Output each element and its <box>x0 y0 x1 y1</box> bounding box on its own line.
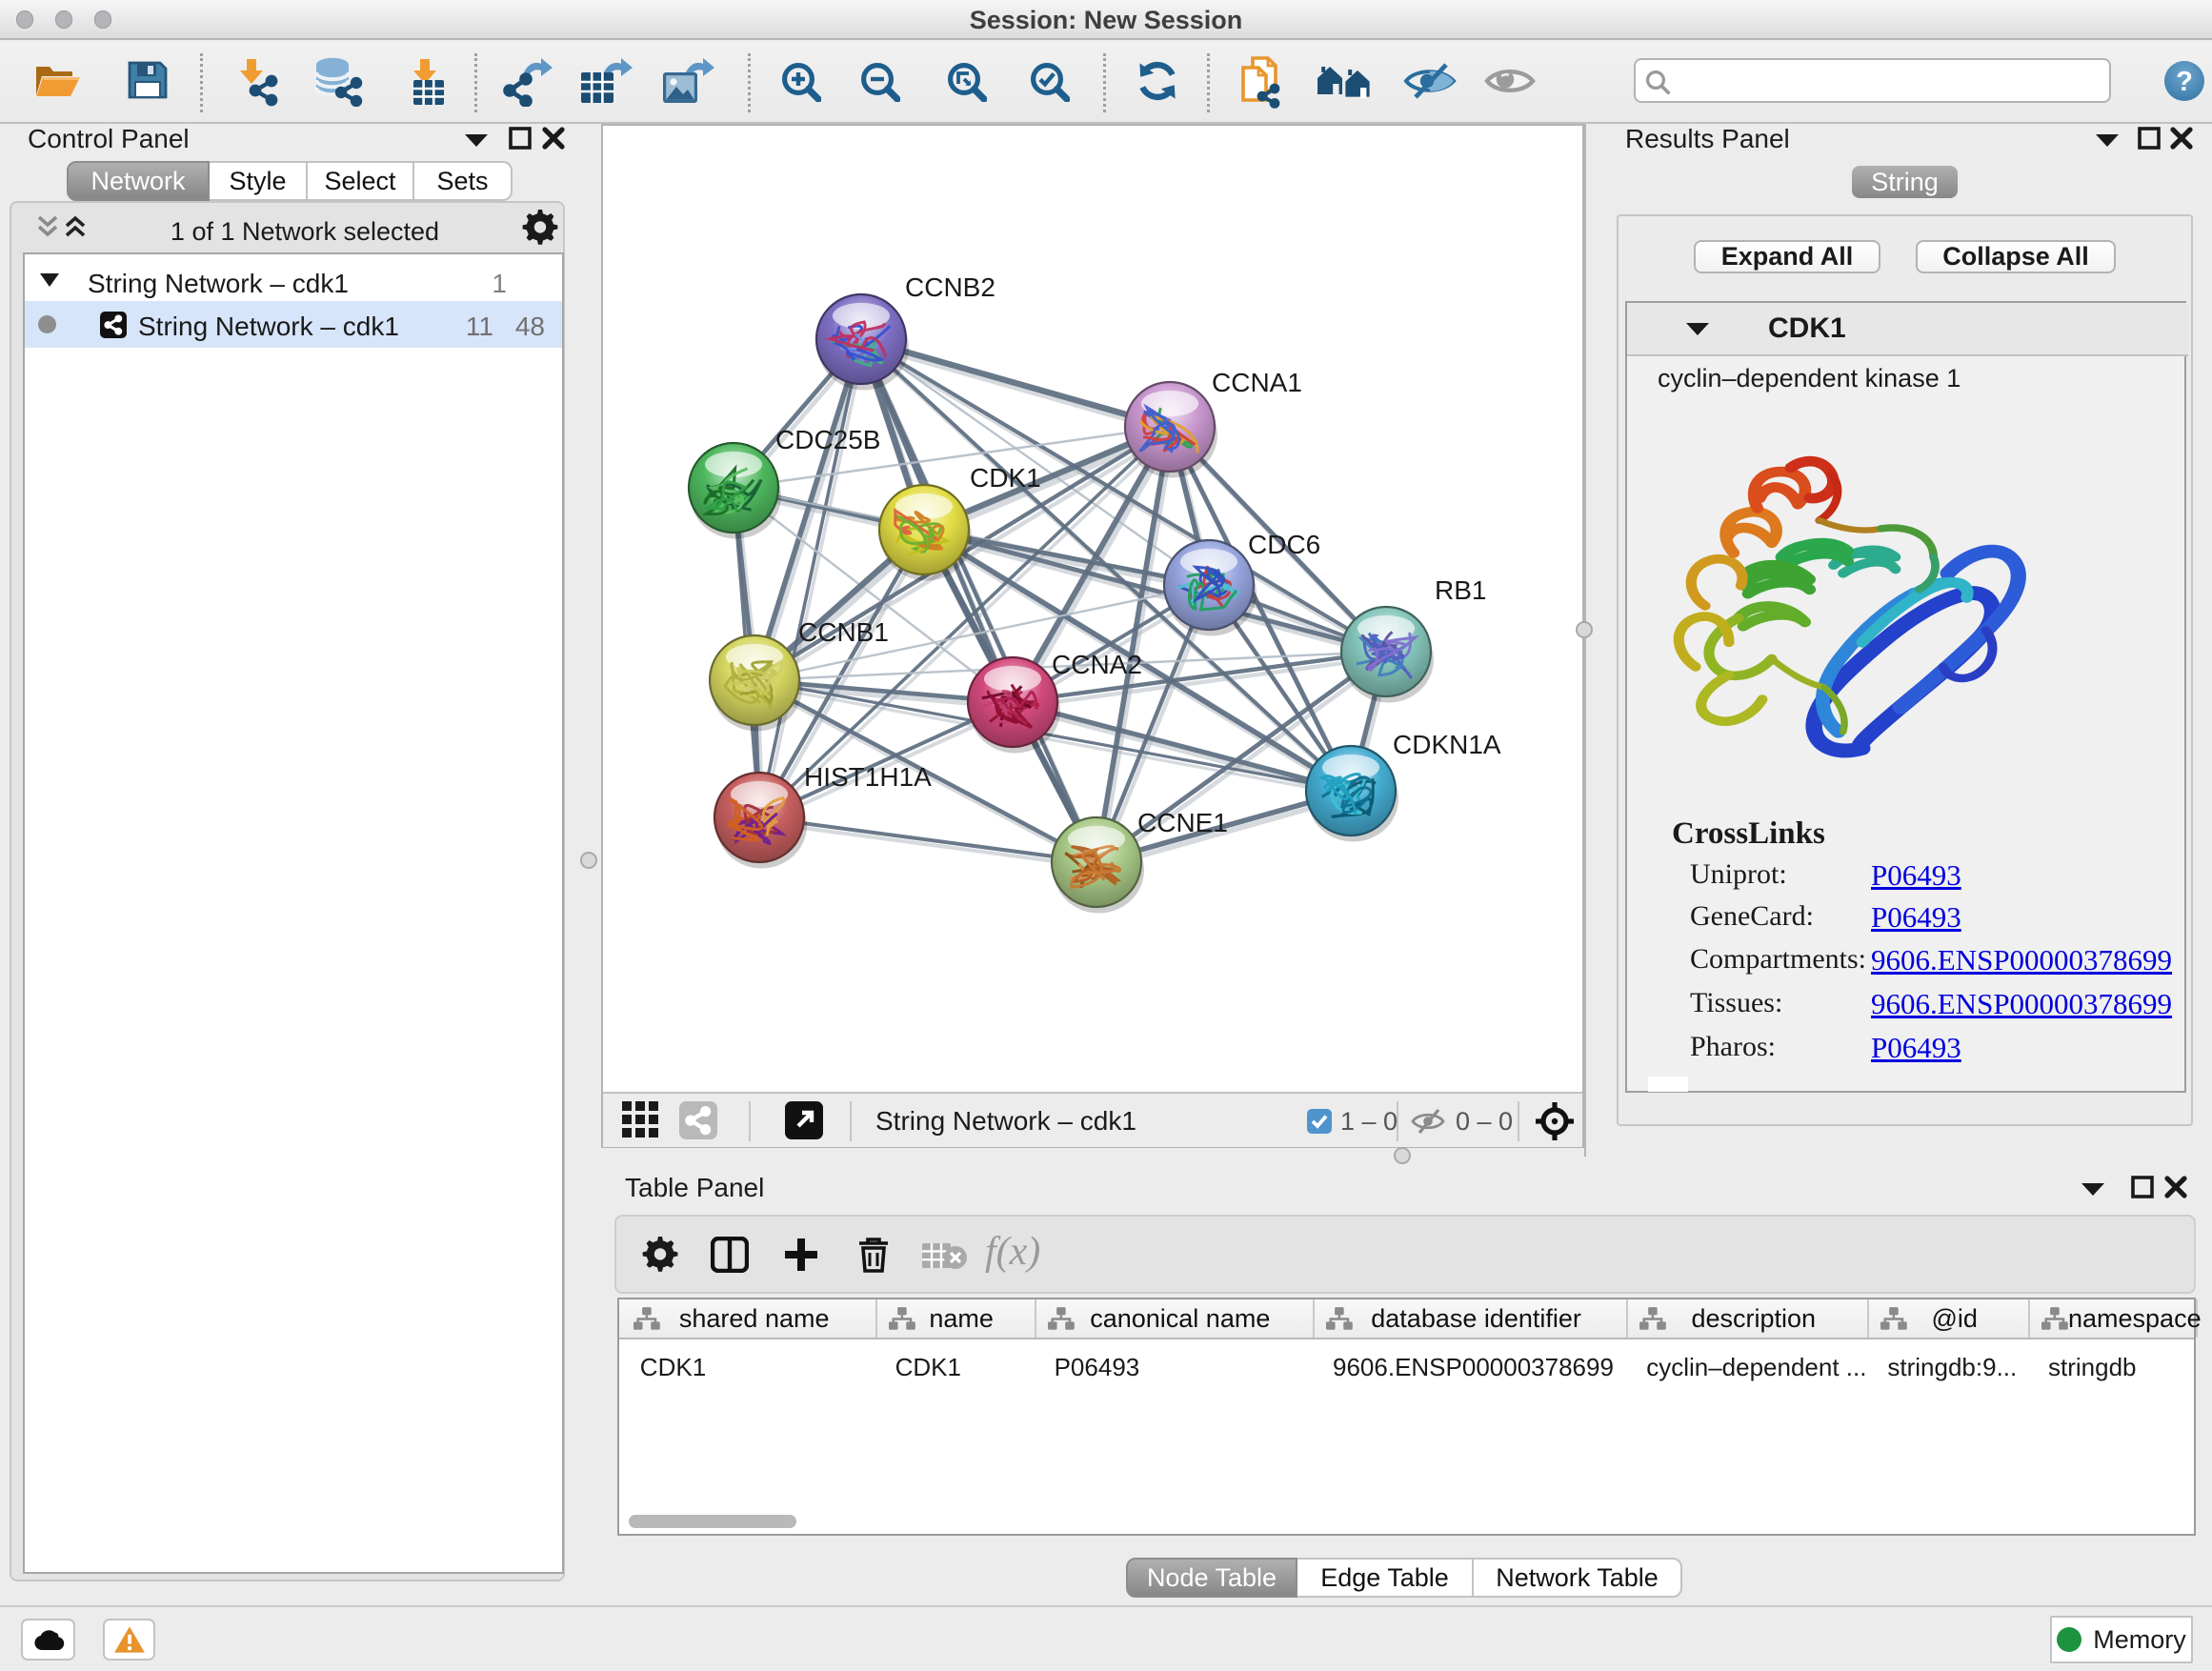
svg-text:CCNA2: CCNA2 <box>1052 650 1142 679</box>
svg-text:RB1: RB1 <box>1435 575 1486 605</box>
svg-text:CDKN1A: CDKN1A <box>1393 730 1501 759</box>
svg-text:CDC6: CDC6 <box>1248 530 1320 559</box>
svg-text:?: ? <box>2176 67 2193 97</box>
svg-text:CCNB2: CCNB2 <box>905 272 995 302</box>
svg-text:CCNE1: CCNE1 <box>1137 808 1228 837</box>
svg-text:CCNA1: CCNA1 <box>1212 368 1302 397</box>
svg-text:HIST1H1A: HIST1H1A <box>804 762 932 792</box>
svg-text:CDC25B: CDC25B <box>775 425 880 454</box>
svg-text:CCNB1: CCNB1 <box>798 617 889 647</box>
svg-text:CDK1: CDK1 <box>970 463 1041 493</box>
